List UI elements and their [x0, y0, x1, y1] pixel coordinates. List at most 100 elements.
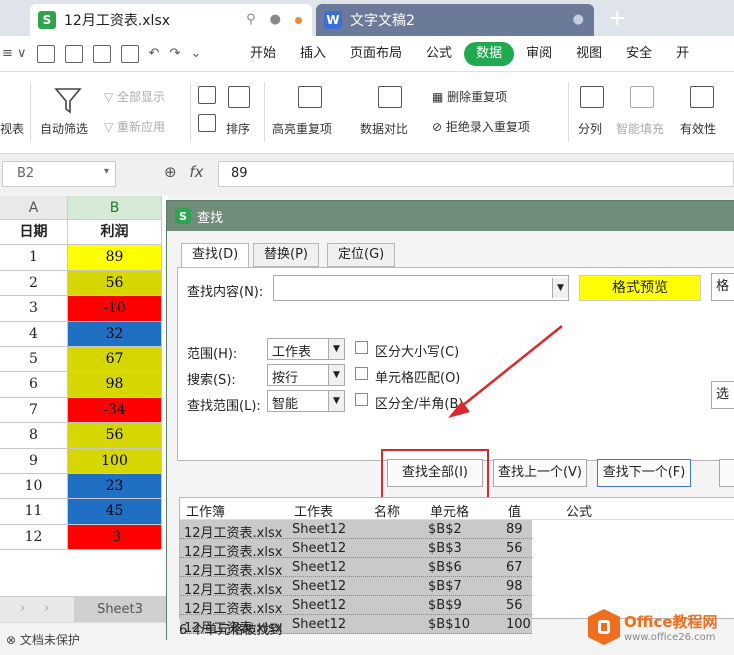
format-button[interactable]: 格 [711, 273, 734, 301]
cell-date[interactable]: 3 [0, 296, 68, 322]
match-cell-checkbox[interactable] [355, 367, 368, 380]
scroll-left-icon[interactable]: › [20, 601, 25, 616]
cell-profit[interactable]: -3 [68, 524, 162, 551]
chevron-down-icon[interactable]: ▼ [328, 391, 344, 411]
validity-icon[interactable] [690, 86, 714, 108]
sort-desc-icon[interactable] [198, 114, 216, 132]
menu-more[interactable]: 开 [664, 42, 701, 66]
chevron-down-icon[interactable]: ▾ [104, 166, 109, 177]
sort-button[interactable]: 排序 [226, 120, 250, 137]
cell-profit[interactable]: 23 [68, 474, 162, 500]
match-case-checkbox[interactable] [355, 341, 368, 354]
undo-icon[interactable]: ↶ [149, 46, 160, 61]
chevron-down-icon[interactable]: ▼ [552, 278, 568, 298]
tab-find[interactable]: 查找(D) [181, 243, 250, 268]
menu-security[interactable]: 安全 [614, 42, 664, 66]
result-row[interactable]: 12月工资表.xlsx Sheet12 $B$3 56 [180, 539, 532, 560]
menu-formula[interactable]: 公式 [414, 42, 464, 66]
cell-date[interactable]: 11 [0, 499, 68, 525]
export-icon[interactable] [64, 44, 83, 63]
result-row[interactable]: 12月工资表.xlsx Sheet12 $B$2 89 [180, 520, 532, 541]
menu-view[interactable]: 视图 [564, 42, 614, 66]
cell-date[interactable]: 12 [0, 524, 68, 551]
cell-date[interactable]: 7 [0, 397, 68, 424]
col-cell[interactable]: 单元格 [430, 501, 469, 520]
cell-date[interactable]: 5 [0, 347, 68, 373]
chevron-down-icon[interactable]: ▼ [328, 365, 344, 385]
highlight-duplicates-button[interactable]: 高亮重复项 [272, 120, 332, 137]
col-sheet[interactable]: 工作表 [294, 501, 333, 520]
remove-duplicates-button[interactable]: ▦ 删除重复项 [432, 88, 507, 105]
split-icon[interactable] [580, 86, 604, 108]
smart-fill-button[interactable]: 智能填充 [616, 120, 664, 137]
name-box[interactable]: B2 ▾ [2, 161, 116, 187]
compare-button[interactable]: 数据对比 [360, 120, 408, 137]
menu-home[interactable]: 开始 [238, 42, 288, 66]
menu-review[interactable]: 审阅 [514, 42, 564, 66]
split-button[interactable]: 分列 [578, 120, 602, 137]
col-value[interactable]: 值 [508, 501, 521, 520]
cell-profit[interactable]: -10 [68, 296, 162, 322]
cell-date[interactable]: 2 [0, 270, 68, 297]
protection-status[interactable]: 文档未保护 [20, 633, 80, 647]
result-row[interactable]: 12月工资表.xlsx Sheet12 $B$6 67 [180, 558, 532, 579]
sort-asc-icon[interactable] [198, 86, 216, 104]
cell-profit[interactable]: -34 [68, 397, 162, 424]
cell-profit[interactable]: 56 [68, 423, 162, 449]
cell-date[interactable]: 10 [0, 474, 68, 500]
result-row[interactable]: 12月工资表.xlsx Sheet12 $B$9 56 [180, 596, 532, 617]
scroll-right-icon[interactable]: › [44, 601, 49, 616]
cell-date[interactable]: 9 [0, 448, 68, 474]
look-in-select[interactable]: 智能 ▼ [267, 390, 345, 412]
reapply-button[interactable]: ▽ 重新应用 [104, 118, 165, 135]
column-header-b[interactable]: B [68, 196, 162, 220]
find-what-input[interactable]: ▼ [273, 275, 569, 301]
print-icon[interactable] [92, 44, 111, 63]
pin-icon[interactable]: ⚲ [246, 12, 256, 27]
cell-profit[interactable]: 98 [68, 372, 162, 398]
save-icon[interactable] [36, 44, 55, 63]
pivot-label[interactable]: 视表 [0, 120, 24, 137]
new-tab-icon[interactable]: + [608, 6, 626, 31]
show-all-button[interactable]: ▽ 全部显示 [104, 88, 165, 105]
cell-profit[interactable]: 100 [68, 448, 162, 474]
cell-profit[interactable]: 32 [68, 321, 162, 347]
reject-duplicates-button[interactable]: ⊘ 拒绝录入重复项 [432, 118, 530, 135]
column-header-a[interactable]: A [0, 196, 68, 220]
chevron-down-icon[interactable]: ▼ [328, 339, 344, 359]
full-half-checkbox[interactable] [355, 393, 368, 406]
cell-date[interactable]: 1 [0, 245, 68, 271]
col-workbook[interactable]: 工作簿 [186, 501, 225, 520]
compare-icon[interactable] [378, 86, 402, 108]
zoom-icon[interactable]: ⊕ [164, 163, 177, 181]
cell-profit[interactable]: 89 [68, 245, 162, 271]
sort-icon[interactable] [228, 86, 250, 108]
result-row[interactable]: 12月工资表.xlsx Sheet12 $B$7 98 [180, 577, 532, 598]
cell-profit[interactable]: 56 [68, 270, 162, 297]
cell-header-date[interactable]: 日期 [0, 220, 68, 246]
col-formula[interactable]: 公式 [566, 501, 592, 520]
find-next-button[interactable]: 查找下一个(F) [597, 459, 691, 487]
tab-goto[interactable]: 定位(G) [327, 243, 396, 267]
formula-input[interactable]: 89 [218, 161, 734, 187]
close-button[interactable] [719, 459, 734, 487]
customize-icon[interactable]: ⌄ [190, 46, 201, 61]
cell-date[interactable]: 6 [0, 372, 68, 398]
filter-icon[interactable] [54, 86, 82, 114]
tab-spreadsheet[interactable]: S 12月工资表.xlsx ⚲ ● [30, 4, 312, 36]
menu-insert[interactable]: 插入 [288, 42, 338, 66]
fx-icon[interactable]: fx [189, 163, 203, 181]
cell-header-profit[interactable]: 利润 [68, 220, 162, 246]
tab-replace[interactable]: 替换(P) [253, 243, 319, 267]
options-button[interactable]: 选 [711, 381, 734, 409]
search-select[interactable]: 按行 ▼ [267, 364, 345, 386]
menu-page-layout[interactable]: 页面布局 [338, 42, 414, 66]
cell-profit[interactable]: 45 [68, 499, 162, 525]
sheet-tab[interactable]: Sheet3 [74, 597, 166, 623]
smart-fill-icon[interactable] [630, 86, 654, 108]
menu-data[interactable]: 数据 [464, 41, 515, 66]
auto-filter-button[interactable]: 自动筛选 [40, 120, 88, 137]
bulb-icon[interactable]: ● [270, 12, 281, 27]
cell-date[interactable]: 4 [0, 321, 68, 347]
tab-document[interactable]: W 文字文稿2 ● [316, 4, 594, 36]
